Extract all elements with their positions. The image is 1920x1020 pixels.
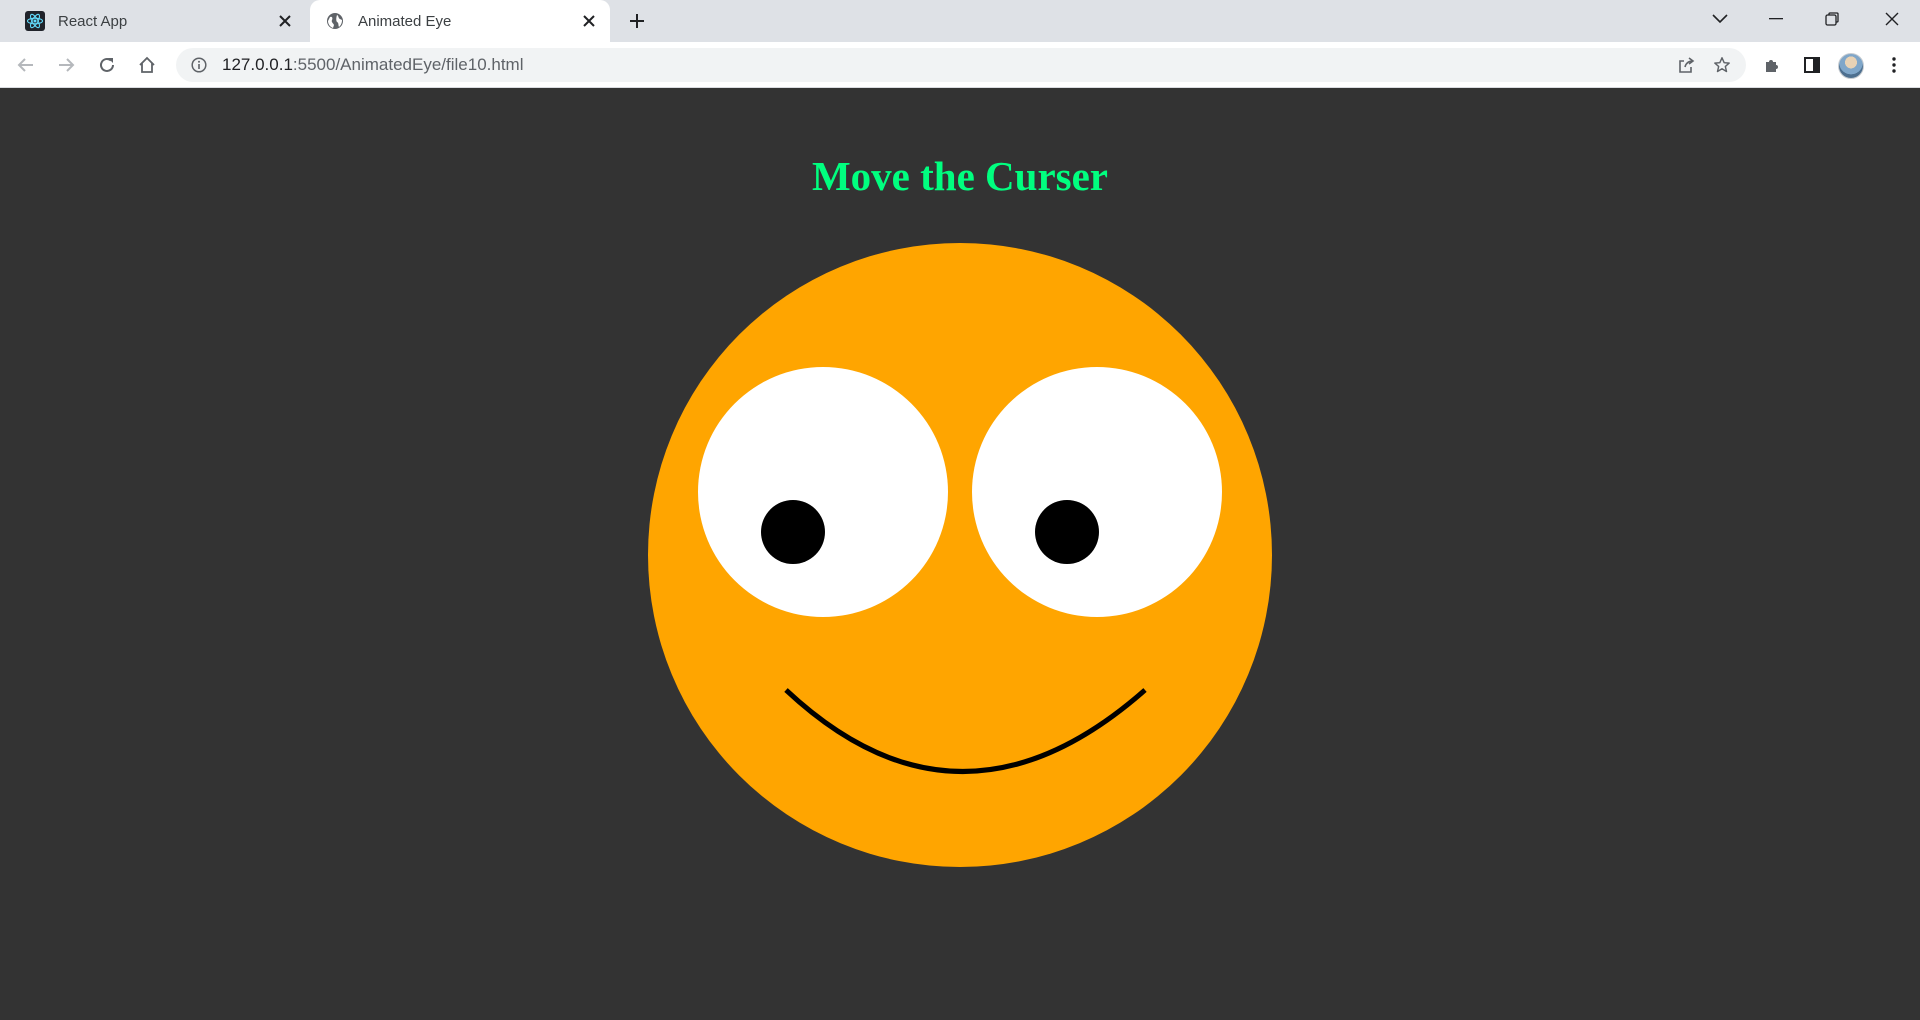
back-arrow-icon [17,58,33,72]
page-content: Move the Curser [0,89,1920,1020]
url-host: 127.0.0.1 [222,55,293,74]
restore-button[interactable] [1804,0,1860,38]
tab-animated-eye[interactable]: Animated Eye [310,0,610,42]
react-icon [24,10,46,32]
home-icon [139,56,155,73]
share-icon[interactable] [1670,49,1702,81]
more-vertical-icon [1892,57,1896,73]
tab-strip: React App Animated Eye [0,0,1920,42]
browser-toolbar: 127.0.0.1:5500/AnimatedEye/file10.html [0,42,1920,88]
close-icon [1885,12,1899,26]
new-tab-button[interactable] [622,6,652,36]
home-button[interactable] [131,49,163,81]
close-icon[interactable] [274,10,296,32]
plus-icon [630,14,644,28]
minimize-button[interactable] [1748,0,1804,38]
profile-avatar[interactable] [1838,53,1864,79]
smile-mouth [784,688,1147,774]
address-bar[interactable]: 127.0.0.1:5500/AnimatedEye/file10.html [176,48,1746,82]
url-text: 127.0.0.1:5500/AnimatedEye/file10.html [222,55,1670,75]
close-icon[interactable] [578,10,600,32]
globe-icon [324,10,346,32]
side-panel-button[interactable] [1796,49,1828,81]
close-window-button[interactable] [1864,0,1920,38]
info-icon[interactable] [188,54,210,76]
reload-icon [100,57,114,72]
puzzle-icon [1766,60,1778,72]
tab-title: React App [58,12,128,30]
reload-button[interactable] [91,49,123,81]
url-path: :5500/AnimatedEye/file10.html [292,55,524,74]
restore-icon [1825,12,1839,26]
tab-react-app[interactable]: React App [0,0,306,42]
page-heading: Move the Curser [811,153,1108,199]
chevron-down-icon [1712,14,1728,24]
extensions-button[interactable] [1756,49,1788,81]
bookmark-star-icon[interactable] [1706,49,1738,81]
tab-title: Animated Eye [358,12,452,30]
minimize-icon [1769,18,1783,20]
forward-button[interactable] [50,49,82,81]
side-panel-icon [1804,57,1820,73]
menu-button[interactable] [1878,49,1910,81]
smiley-face [648,243,1272,867]
back-button[interactable] [10,49,42,81]
forward-arrow-icon [59,58,75,72]
tab-search-button[interactable] [1692,0,1748,38]
